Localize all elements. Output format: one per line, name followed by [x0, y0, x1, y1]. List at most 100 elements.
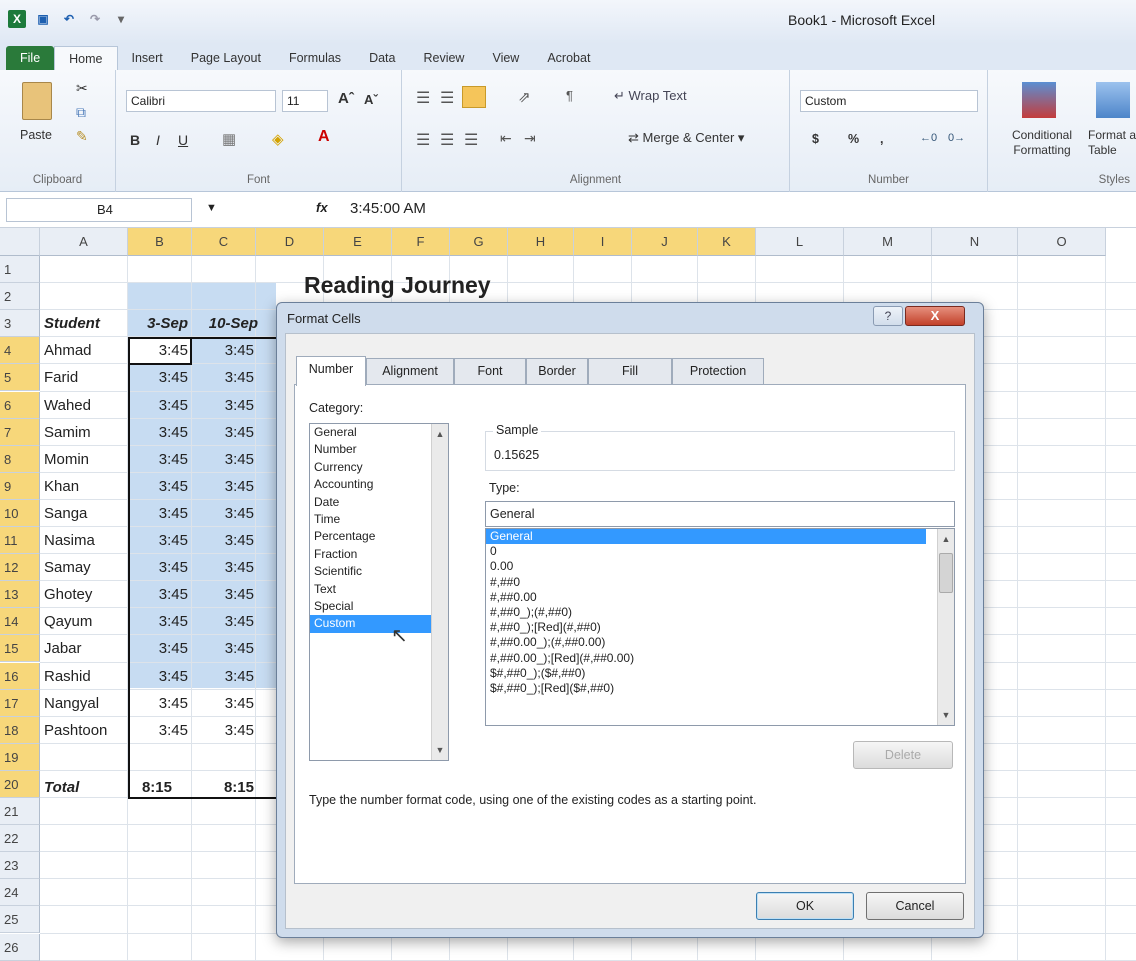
type-scrollbar[interactable]: ▲ ▼ — [937, 529, 954, 725]
tab-fill[interactable]: Fill — [588, 358, 672, 384]
row-header-24[interactable]: 24 — [0, 879, 40, 907]
student-name-cell[interactable]: Samim — [40, 419, 128, 446]
total-label[interactable]: Total — [40, 774, 83, 801]
row-header-26[interactable]: 26 — [0, 933, 40, 961]
excel-app-icon[interactable]: X — [8, 10, 26, 28]
row-header-17[interactable]: 17 — [0, 689, 40, 717]
type-input[interactable]: General — [485, 501, 955, 527]
format-painter-icon[interactable]: ✎ — [76, 128, 88, 145]
type-list[interactable]: ▲ ▼ General 0 0.00 #,##0 #,##0.00 #,##0_);(#,… — [485, 528, 955, 726]
format-as-table-button[interactable]: Format as Table — [1088, 128, 1136, 158]
type-item[interactable]: #,##0_);(#,##0) — [486, 605, 954, 620]
increase-decimal-icon[interactable]: ←0 — [920, 132, 937, 144]
copy-icon[interactable]: ⧉ — [76, 104, 86, 121]
borders-icon[interactable]: ▦ — [222, 130, 236, 148]
student-name-cell[interactable]: Samay — [40, 554, 128, 581]
row-header-8[interactable]: 8 — [0, 445, 40, 473]
column-header-e[interactable]: E — [324, 228, 392, 256]
formula-input[interactable]: 3:45:00 AM — [350, 200, 426, 217]
scroll-up-icon[interactable]: ▲ — [432, 426, 448, 442]
column-header-k[interactable]: K — [698, 228, 756, 256]
insert-function-icon[interactable]: fx — [316, 200, 328, 215]
name-box-dropdown-icon[interactable]: ▼ — [206, 202, 217, 214]
category-item-text[interactable]: Text — [310, 581, 431, 598]
category-scrollbar[interactable]: ▲ ▼ — [431, 424, 448, 760]
student-name-cell[interactable]: Farid — [40, 364, 128, 391]
student-name-cell[interactable]: Pashtoon — [40, 717, 128, 744]
student-name-cell[interactable]: Sanga — [40, 500, 128, 527]
format-as-table-icon[interactable] — [1096, 82, 1130, 118]
comma-icon[interactable]: , — [880, 132, 883, 146]
percent-icon[interactable]: % — [848, 132, 859, 146]
student-name-cell[interactable]: Rashid — [40, 663, 128, 690]
row-header-6[interactable]: 6 — [0, 391, 40, 419]
student-name-cell[interactable]: Jabar — [40, 635, 128, 662]
paste-icon[interactable] — [22, 82, 52, 120]
category-item-special[interactable]: Special — [310, 598, 431, 615]
student-name-cell[interactable]: Wahed — [40, 392, 128, 419]
type-item[interactable]: $#,##0_);[Red]($#,##0) — [486, 681, 954, 696]
scroll-down-icon[interactable]: ▼ — [432, 742, 448, 758]
top-align-icon[interactable]: ☰ — [416, 88, 430, 108]
wrap-text-button[interactable]: ↵ Wrap Text — [614, 88, 687, 104]
column-header-i[interactable]: I — [574, 228, 632, 256]
tab-insert[interactable]: Insert — [118, 46, 177, 70]
conditional-formatting-icon[interactable] — [1022, 82, 1056, 118]
cancel-button[interactable]: Cancel — [866, 892, 964, 920]
tab-font[interactable]: Font — [454, 358, 526, 384]
paste-button[interactable]: Paste — [20, 128, 52, 142]
row-header-4[interactable]: 4 — [0, 337, 40, 365]
bottom-align-icon[interactable] — [462, 86, 486, 108]
category-item-general[interactable]: General — [310, 424, 431, 441]
tab-view[interactable]: View — [478, 46, 533, 70]
select-all-corner[interactable] — [0, 228, 40, 256]
align-center-icon[interactable]: ☰ — [440, 130, 454, 150]
row-header-18[interactable]: 18 — [0, 716, 40, 744]
type-item[interactable]: 0.00 — [486, 559, 954, 574]
ok-button[interactable]: OK — [756, 892, 854, 920]
column-header-h[interactable]: H — [508, 228, 574, 256]
increase-indent-icon[interactable]: ⇥ — [524, 130, 536, 147]
decrease-decimal-icon[interactable]: 0→ — [948, 132, 965, 144]
type-item[interactable]: #,##0_);[Red](#,##0) — [486, 620, 954, 635]
align-left-icon[interactable]: ☰ — [416, 130, 430, 150]
row-header-20[interactable]: 20 — [0, 770, 40, 798]
delete-button[interactable]: Delete — [853, 741, 953, 769]
tab-protection[interactable]: Protection — [672, 358, 764, 384]
row-header-12[interactable]: 12 — [0, 554, 40, 582]
scroll-up-icon[interactable]: ▲ — [938, 531, 954, 547]
grow-font-icon[interactable]: Aˆ — [338, 90, 354, 107]
bold-icon[interactable]: B — [130, 132, 140, 148]
row-header-1[interactable]: 1 — [0, 256, 40, 284]
text-direction-icon[interactable]: ¶ — [566, 88, 573, 103]
category-item-accounting[interactable]: Accounting — [310, 476, 431, 493]
name-box[interactable]: B4 — [6, 198, 192, 222]
shrink-font-icon[interactable]: Aˇ — [364, 92, 378, 107]
row-header-23[interactable]: 23 — [0, 852, 40, 880]
student-name-cell[interactable]: Momin — [40, 446, 128, 473]
column-header-c[interactable]: C — [192, 228, 256, 256]
column-header-m[interactable]: M — [844, 228, 932, 256]
category-item-date[interactable]: Date — [310, 494, 431, 511]
student-name-cell[interactable]: Qayum — [40, 608, 128, 635]
header-10-sep[interactable]: 10-Sep — [192, 310, 262, 337]
save-icon[interactable]: ▣ — [34, 10, 52, 28]
row-header-2[interactable]: 2 — [0, 283, 40, 311]
scroll-thumb[interactable] — [939, 553, 953, 593]
row-header-3[interactable]: 3 — [0, 310, 40, 338]
type-item[interactable]: $#,##0_);($#,##0) — [486, 666, 954, 681]
row-header-15[interactable]: 15 — [0, 635, 40, 663]
fill-color-icon[interactable]: ◈ — [272, 130, 284, 148]
student-name-cell[interactable]: Nasima — [40, 527, 128, 554]
category-item-percentage[interactable]: Percentage — [310, 528, 431, 545]
cut-icon[interactable]: ✂ — [76, 80, 88, 97]
row-header-5[interactable]: 5 — [0, 364, 40, 392]
column-header-l[interactable]: L — [756, 228, 844, 256]
category-list[interactable]: ▲ ▼ General Number Currency Accounting Date T… — [309, 423, 449, 761]
underline-icon[interactable]: U — [178, 132, 188, 148]
orientation-icon[interactable]: ⇗ — [518, 88, 531, 106]
student-name-cell[interactable]: Ahmad — [40, 337, 128, 364]
tab-data[interactable]: Data — [355, 46, 409, 70]
column-header-f[interactable]: F — [392, 228, 450, 256]
row-header-9[interactable]: 9 — [0, 472, 40, 500]
